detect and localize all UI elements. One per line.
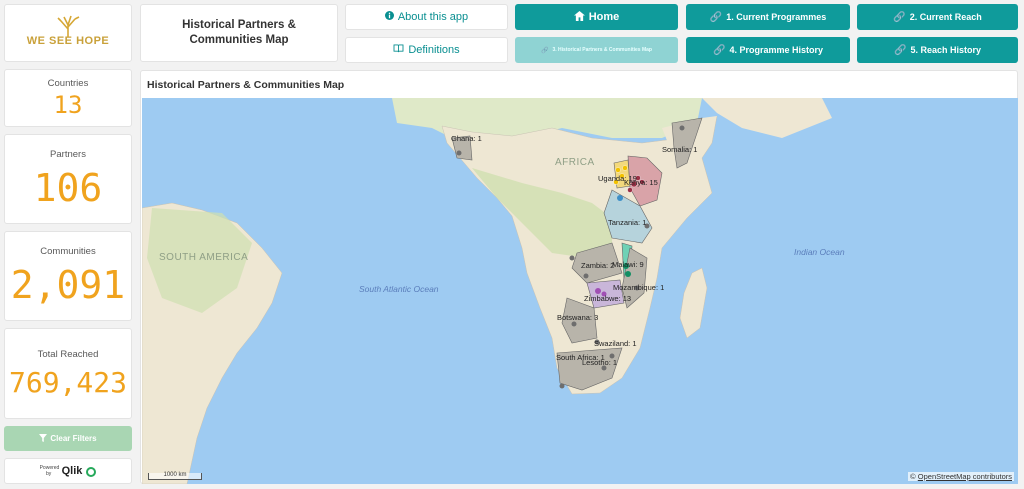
app-logo: WE SEE HOPE bbox=[4, 4, 132, 62]
continent-label-south-america: SOUTH AMERICA bbox=[159, 252, 249, 263]
country-label: Malawi: 9 bbox=[612, 260, 644, 269]
nav-label: 1. Current Programmes bbox=[726, 12, 827, 22]
link-icon: 🔗 bbox=[713, 44, 726, 56]
kpi-label: Communities bbox=[40, 245, 96, 257]
kpi-value: 769,423 bbox=[8, 365, 127, 399]
link-icon: 🔗 bbox=[893, 11, 906, 23]
definitions-label: Definitions bbox=[408, 44, 460, 56]
map-attribution[interactable]: © OpenStreetMap contributors bbox=[908, 472, 1014, 481]
country-label: Kenya: 15 bbox=[624, 178, 658, 187]
country-label: Zambia: 2 bbox=[581, 261, 615, 270]
country-label: Tanzania: 1 bbox=[608, 218, 647, 227]
nav-programme-history-button[interactable]: 🔗 4. Programme History bbox=[686, 37, 850, 63]
about-app-button[interactable]: About this app bbox=[345, 4, 508, 30]
qlik-logo-icon bbox=[86, 467, 97, 477]
map-title: Historical Partners & Communities Map bbox=[147, 79, 345, 91]
definitions-button[interactable]: Definitions bbox=[345, 37, 508, 63]
country-label: Swaziland: 1 bbox=[594, 339, 637, 348]
nav-label: 5. Reach History bbox=[910, 45, 981, 55]
kpi-countries: Countries 13 bbox=[4, 69, 132, 127]
ocean-label-atlantic: South Atlantic Ocean bbox=[359, 284, 439, 294]
filter-icon bbox=[39, 433, 48, 444]
tree-icon bbox=[57, 15, 80, 37]
link-icon: 🔗 bbox=[894, 44, 907, 56]
clear-filters-label: Clear Filters bbox=[50, 434, 97, 443]
home-icon bbox=[573, 10, 585, 24]
country-label: Botswana: 3 bbox=[557, 313, 599, 322]
kpi-communities: Communities 2,091 bbox=[4, 231, 132, 321]
country-label: Zimbabwe: 13 bbox=[584, 294, 632, 303]
kpi-partners: Partners 106 bbox=[4, 134, 132, 224]
link-icon: 🔗 bbox=[541, 47, 549, 54]
nav-reach-history-button[interactable]: 🔗 5. Reach History bbox=[857, 37, 1018, 63]
map-canvas[interactable]: AFRICA SOUTH AMERICA South Atlantic Ocea… bbox=[142, 98, 1018, 484]
continent-label-africa: AFRICA bbox=[555, 157, 595, 168]
page-title: Historical Partners & Communities Map bbox=[140, 4, 338, 62]
kpi-value: 106 bbox=[33, 165, 103, 210]
attribution-prefix: © bbox=[910, 472, 916, 481]
home-button[interactable]: Home bbox=[515, 4, 678, 30]
powered-by-qlik: Powered by Qlik bbox=[4, 458, 132, 484]
about-app-label: About this app bbox=[397, 11, 469, 23]
attribution-link[interactable]: OpenStreetMap contributors bbox=[918, 472, 1012, 481]
home-label: Home bbox=[588, 11, 620, 23]
book-icon bbox=[393, 44, 404, 56]
country-label: Lesotho: 1 bbox=[582, 358, 618, 367]
kpi-label: Countries bbox=[47, 77, 89, 89]
info-circle-icon bbox=[384, 11, 394, 23]
qlik-logo-text: Qlik bbox=[61, 465, 83, 477]
link-icon: 🔗 bbox=[709, 11, 723, 23]
kpi-value: 13 bbox=[53, 90, 83, 119]
nav-current-programmes-button[interactable]: 🔗 1. Current Programmes bbox=[686, 4, 850, 30]
nav-historical-map-button[interactable]: 🔗 3. Historical Partners & Communities M… bbox=[515, 37, 678, 63]
ocean-label-indian: Indian Ocean bbox=[794, 247, 845, 257]
kpi-label: Total Reached bbox=[37, 348, 99, 360]
nav-label: 2. Current Reach bbox=[909, 12, 982, 22]
nav-current-reach-button[interactable]: 🔗 2. Current Reach bbox=[857, 4, 1018, 30]
clear-filters-button[interactable]: Clear Filters bbox=[4, 426, 132, 451]
kpi-label: Partners bbox=[50, 148, 86, 160]
country-label: Ghana: 1 bbox=[451, 134, 482, 143]
country-label: Somalia: 1 bbox=[662, 145, 698, 154]
nav-label: 3. Historical Partners & Communities Map bbox=[552, 47, 652, 53]
kpi-total-reached: Total Reached 769,423 bbox=[4, 328, 132, 419]
nav-label: 4. Programme History bbox=[729, 45, 823, 55]
kpi-value: 2,091 bbox=[10, 262, 126, 307]
map-panel: Historical Partners & Communities Map AF… bbox=[140, 70, 1018, 484]
powered-by-label: Powered by bbox=[39, 465, 60, 477]
map-scale-bar: 1000 km bbox=[148, 472, 202, 480]
country-label: Mozambique: 1 bbox=[613, 283, 665, 292]
map-basemap bbox=[142, 98, 832, 484]
